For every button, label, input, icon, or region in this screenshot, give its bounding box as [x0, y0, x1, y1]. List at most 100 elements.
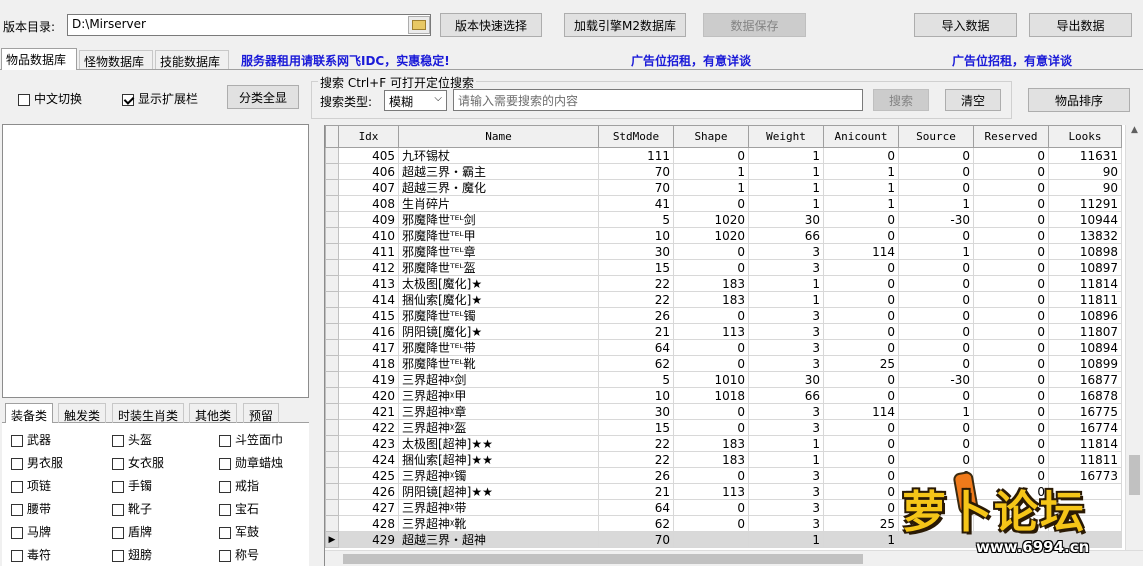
cell-anicount[interactable]: 0 — [823, 483, 899, 500]
cell-stdmode[interactable]: 64 — [598, 339, 674, 356]
tab-fashion-zodiac[interactable]: 时装生肖类 — [112, 403, 185, 423]
table-row[interactable]: 406 超越三界・霸主 70 1 1 1 0 0 90 — [325, 163, 1122, 180]
cell-anicount[interactable]: 114 — [823, 243, 899, 260]
cell-source[interactable]: 0 — [898, 147, 974, 164]
cell-shape[interactable]: 183 — [673, 291, 749, 308]
cell-name[interactable]: 阴阳镜[魔化]★ — [398, 323, 599, 340]
cell-idx[interactable]: 423 — [338, 435, 399, 452]
cell-idx[interactable]: 406 — [338, 163, 399, 180]
tab-other[interactable]: 其他类 — [189, 403, 238, 423]
header-looks[interactable]: Looks — [1048, 125, 1122, 148]
item-sort-button[interactable]: 物品排序 — [1028, 88, 1130, 112]
cell-stdmode[interactable]: 21 — [598, 483, 674, 500]
category-checkbox[interactable]: 女衣服 — [112, 454, 164, 471]
table-row[interactable]: 418 邪魔降世ᵀᴱᴸ靴 62 0 3 25 0 0 10899 — [325, 355, 1122, 372]
save-data-button[interactable]: 数据保存 — [703, 13, 806, 37]
tab-trigger[interactable]: 触发类 — [58, 403, 107, 423]
cell-anicount[interactable]: 1 — [823, 531, 899, 548]
clear-button[interactable]: 清空 — [945, 89, 1001, 111]
cell-shape[interactable]: 1 — [673, 163, 749, 180]
table-row[interactable]: 407 超越三界・魔化 70 1 1 1 0 0 90 — [325, 179, 1122, 196]
cell-source[interactable]: -30 — [898, 211, 974, 228]
cell-stdmode[interactable]: 30 — [598, 403, 674, 420]
cell-source[interactable]: 0 — [898, 387, 974, 404]
cell-anicount[interactable]: 25 — [823, 355, 899, 372]
export-data-button[interactable]: 导出数据 — [1029, 13, 1132, 37]
cell-source[interactable]: 0 — [898, 339, 974, 356]
row-indicator[interactable] — [325, 339, 339, 356]
cell-stdmode[interactable]: 26 — [598, 467, 674, 484]
cell-weight[interactable]: 1 — [748, 435, 824, 452]
cell-weight[interactable]: 3 — [748, 323, 824, 340]
cell-name[interactable]: 三界超神ᵡ带 — [398, 499, 599, 516]
tab-item-database[interactable]: 物品数据库 — [1, 48, 77, 70]
category-checkbox[interactable]: 腰带 — [11, 500, 51, 517]
header-shape[interactable]: Shape — [673, 125, 749, 148]
cell-name[interactable]: 邪魔降世ᵀᴱᴸ镯 — [398, 307, 599, 324]
table-row[interactable]: 412 邪魔降世ᵀᴱᴸ盔 15 0 3 0 0 0 10897 — [325, 259, 1122, 276]
tab-reserved[interactable]: 预留 — [243, 403, 280, 423]
cell-shape[interactable]: 1010 — [673, 371, 749, 388]
cell-looks[interactable]: 10898 — [1048, 243, 1122, 260]
cell-weight[interactable]: 3 — [748, 355, 824, 372]
category-checkbox[interactable]: 军鼓 — [219, 523, 259, 540]
cell-shape[interactable]: 1020 — [673, 211, 749, 228]
cell-idx[interactable]: 411 — [338, 243, 399, 260]
category-checkbox[interactable]: 武器 — [11, 431, 51, 448]
category-checkbox[interactable]: 翅膀 — [112, 546, 152, 563]
row-indicator[interactable] — [325, 435, 339, 452]
row-indicator[interactable] — [325, 499, 339, 516]
cell-shape[interactable]: 0 — [673, 307, 749, 324]
cell-looks[interactable]: 90 — [1048, 179, 1122, 196]
cell-idx[interactable]: 420 — [338, 387, 399, 404]
cell-source[interactable]: 0 — [898, 419, 974, 436]
cell-source[interactable]: 0 — [898, 275, 974, 292]
cell-looks[interactable]: 11814 — [1048, 275, 1122, 292]
search-button[interactable]: 搜索 — [873, 89, 929, 111]
row-indicator[interactable] — [325, 515, 339, 532]
row-indicator[interactable] — [325, 323, 339, 340]
cell-idx[interactable]: 419 — [338, 371, 399, 388]
cell-weight[interactable]: 1 — [748, 451, 824, 468]
cell-reserved[interactable]: 0 — [973, 275, 1049, 292]
category-checkbox[interactable]: 称号 — [219, 546, 259, 563]
cell-name[interactable]: 三界超神ᵡ靴 — [398, 515, 599, 532]
cell-name[interactable]: 三界超神ᵡ盔 — [398, 419, 599, 436]
cell-weight[interactable]: 3 — [748, 243, 824, 260]
cell-weight[interactable]: 3 — [748, 515, 824, 532]
category-checkbox[interactable]: 斗笠面巾 — [219, 431, 283, 448]
category-checkbox[interactable]: 勋章蜡烛 — [219, 454, 283, 471]
cell-name[interactable]: 生肖碎片 — [398, 195, 599, 212]
category-checkbox[interactable]: 手镯 — [112, 477, 152, 494]
cell-weight[interactable]: 3 — [748, 259, 824, 276]
cell-weight[interactable]: 1 — [748, 147, 824, 164]
cell-looks[interactable]: 13832 — [1048, 227, 1122, 244]
table-row[interactable]: 411 邪魔降世ᵀᴱᴸ章 30 0 3 114 1 0 10898 — [325, 243, 1122, 260]
cell-shape[interactable]: 113 — [673, 483, 749, 500]
cell-name[interactable]: 捆仙索[魔化]★ — [398, 291, 599, 308]
horizontal-scroll-thumb[interactable] — [343, 554, 863, 564]
cell-anicount[interactable]: 0 — [823, 371, 899, 388]
search-input[interactable]: 请输入需要搜索的内容 — [453, 89, 863, 111]
cell-weight[interactable]: 3 — [748, 339, 824, 356]
cell-idx[interactable]: 425 — [338, 467, 399, 484]
cell-weight[interactable]: 1 — [748, 195, 824, 212]
cell-stdmode[interactable]: 22 — [598, 275, 674, 292]
cell-stdmode[interactable]: 111 — [598, 147, 674, 164]
cell-looks[interactable]: 16774 — [1048, 419, 1122, 436]
cell-idx[interactable]: 421 — [338, 403, 399, 420]
cell-anicount[interactable]: 0 — [823, 227, 899, 244]
load-engine-button[interactable]: 加载引擎M2数据库 — [564, 13, 686, 37]
cell-idx[interactable]: 429 — [338, 531, 399, 548]
cell-weight[interactable]: 3 — [748, 403, 824, 420]
table-row[interactable]: 414 捆仙索[魔化]★ 22 183 1 0 0 0 11811 — [325, 291, 1122, 308]
row-indicator[interactable] — [325, 179, 339, 196]
cell-idx[interactable]: 418 — [338, 355, 399, 372]
row-indicator[interactable] — [325, 163, 339, 180]
cell-source[interactable]: -30 — [898, 371, 974, 388]
cell-reserved[interactable]: 0 — [973, 307, 1049, 324]
row-indicator[interactable] — [325, 467, 339, 484]
cell-looks[interactable]: 10897 — [1048, 259, 1122, 276]
cell-anicount[interactable]: 0 — [823, 467, 899, 484]
cell-idx[interactable]: 413 — [338, 275, 399, 292]
